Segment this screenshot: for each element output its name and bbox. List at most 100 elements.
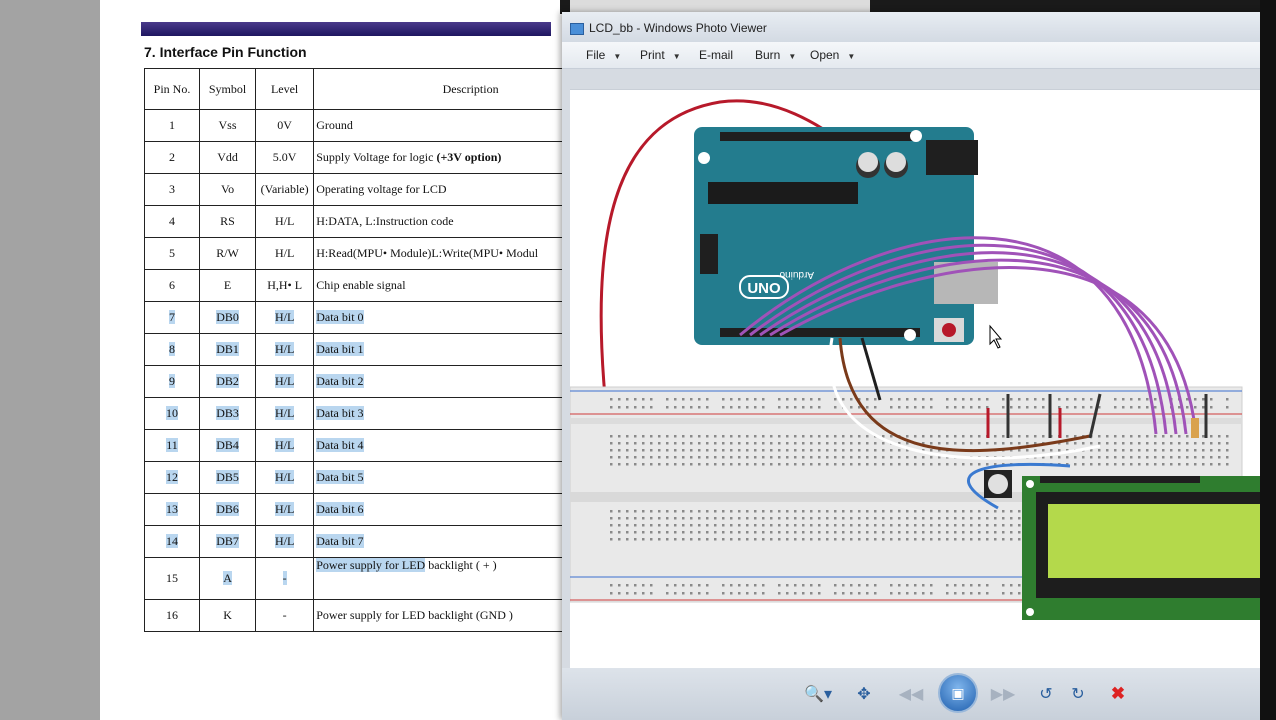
table-row: 1 Vss 0V Ground [143,109,570,142]
pin-number: 5 [169,246,176,260]
level-cell: 5.0V [255,141,315,174]
menu-email[interactable]: E-mail [699,48,733,62]
datasheet-page[interactable]: 7. Interface Pin Function Pin No. Symbol… [100,0,570,720]
pin-number: 14 [166,534,179,548]
next-icon[interactable]: ▶▶ [988,683,1018,705]
symbol-cell: E [199,269,257,302]
pin-description: Data bit 2 [316,374,364,388]
symbol-cell: Vss [199,109,257,142]
symbol-cell: DB5 [199,461,257,494]
level-cell: H/L [255,205,315,238]
table-row: 15 A - Power supply for LED backlight ( + ) [143,557,570,600]
pin-level: H/L [274,214,295,228]
photo-viewer-app-icon [570,23,584,35]
table-row: 5 R/W H/L H:Read(MPU• Module)L:Write(MPU• M… [143,237,570,270]
pin-number-cell: 16 [143,599,201,632]
pin-description: Operating voltage for LCD [316,182,447,196]
background-gutter [0,0,100,720]
actual-size-icon[interactable]: ✥ [852,683,876,705]
pin-symbol: DB6 [216,502,239,516]
pin-description: Power supply for LED backlight (GND ) [316,608,513,622]
pin-symbol: Vdd [217,150,238,164]
pin-symbol: DB3 [216,406,239,420]
board-brand-label: Arduino [779,269,814,280]
chevron-down-icon: ▼ [672,52,681,61]
pin-description: Data bit 5 [316,470,364,484]
description-cell: Operating voltage for LCD [313,173,570,206]
menu-burn[interactable]: Burn ▼ [755,48,796,62]
description-cell: Data bit 1 [313,333,570,366]
title-bar[interactable]: LCD_bb - Windows Photo Viewer [562,12,1276,42]
pin-number: 13 [166,502,179,516]
photo-viewer-window[interactable]: LCD_bb - Windows Photo Viewer File ▼ Prin… [562,12,1276,720]
menu-print[interactable]: Print ▼ [640,48,681,62]
chevron-down-icon: ▼ [788,52,797,61]
pin-level: H/L [274,310,295,324]
pin-number-cell: 1 [143,109,201,142]
pin-symbol: RS [220,214,235,228]
level-cell: H/L [255,429,315,462]
level-cell: H/L [255,365,315,398]
pin-number-cell: 8 [143,333,201,366]
rotate-ccw-icon[interactable]: ↺ [1034,683,1058,705]
pin-number-cell: 10 [143,397,201,430]
pin-number: 12 [166,470,179,484]
table-row: 12 DB5 H/L Data bit 5 [143,461,570,494]
pin-description: Ground [316,118,353,132]
pin-symbol: DB7 [216,534,239,548]
pin-level: H/L [274,406,295,420]
menu-bar: File ▼ Print ▼ E-mail Burn ▼ Open ▼ [562,42,1276,69]
description-cell: H:DATA, L:Instruction code [313,205,570,238]
resistor [1191,418,1199,438]
delete-icon[interactable]: ✖ [1106,683,1130,705]
column-header: Pin No. [143,68,201,110]
pin-number: 9 [169,374,176,388]
menu-file[interactable]: File ▼ [586,48,621,62]
rotate-cw-icon[interactable]: ↻ [1066,683,1090,705]
zoom-icon[interactable]: 🔍▾ [800,683,836,705]
symbol-cell: Vo [199,173,257,206]
slideshow-icon[interactable]: ▣ [938,673,978,713]
symbol-cell: DB2 [199,365,257,398]
pin-symbol: DB1 [216,342,239,356]
pin-level: (Variable) [260,182,309,196]
table-row: 14 DB7 H/L Data bit 7 [143,525,570,558]
table-row: 7 DB0 H/L Data bit 0 [143,301,570,334]
datasheet-header-bar [141,22,551,36]
arduino-uno-board: UNO Arduino [694,127,998,345]
pin-number: 4 [169,214,176,228]
symbol-cell: R/W [199,237,257,270]
pin-symbol: A [223,571,232,585]
symbol-cell: DB1 [199,333,257,366]
pin-number: 15 [166,571,179,585]
pin-number: 16 [166,608,179,622]
description-cell: Data bit 6 [313,493,570,526]
previous-icon[interactable]: ◀◀ [896,683,926,705]
image-canvas[interactable]: UNO Arduino [569,89,1276,668]
pin-number: 6 [169,278,176,292]
menu-open[interactable]: Open ▼ [810,48,855,62]
table-row: 13 DB6 H/L Data bit 6 [143,493,570,526]
table-row: 3 Vo (Variable) Operating voltage for LCD [143,173,570,206]
column-header: Symbol [199,68,257,110]
symbol-cell: A [199,557,257,600]
pin-symbol: E [223,278,232,292]
table-row: 10 DB3 H/L Data bit 3 [143,397,570,430]
chevron-down-icon: ▼ [613,52,622,61]
description-cell: Chip enable signal [313,269,570,302]
pin-number-cell: 6 [143,269,201,302]
pin-description: Data bit 3 [316,406,364,420]
pin-symbol: K [223,608,232,622]
description-cell: Data bit 0 [313,301,570,334]
pin-description: Data bit 1 [316,342,364,356]
pin-number: 7 [169,310,176,324]
description-cell: Power supply for LED backlight (GND ) [313,599,570,632]
window-title: LCD_bb - Windows Photo Viewer [589,21,767,35]
description-cell: Data bit 5 [313,461,570,494]
column-header: Description [313,68,570,110]
viewer-controls-bar: 🔍▾ ✥ ◀◀ ▣ ▶▶ ↺ ↻ ✖ [562,668,1276,720]
mouse-cursor-icon [989,324,1003,349]
pin-symbol: DB2 [216,374,239,388]
description-cell: Data bit 3 [313,397,570,430]
level-cell: H/L [255,301,315,334]
